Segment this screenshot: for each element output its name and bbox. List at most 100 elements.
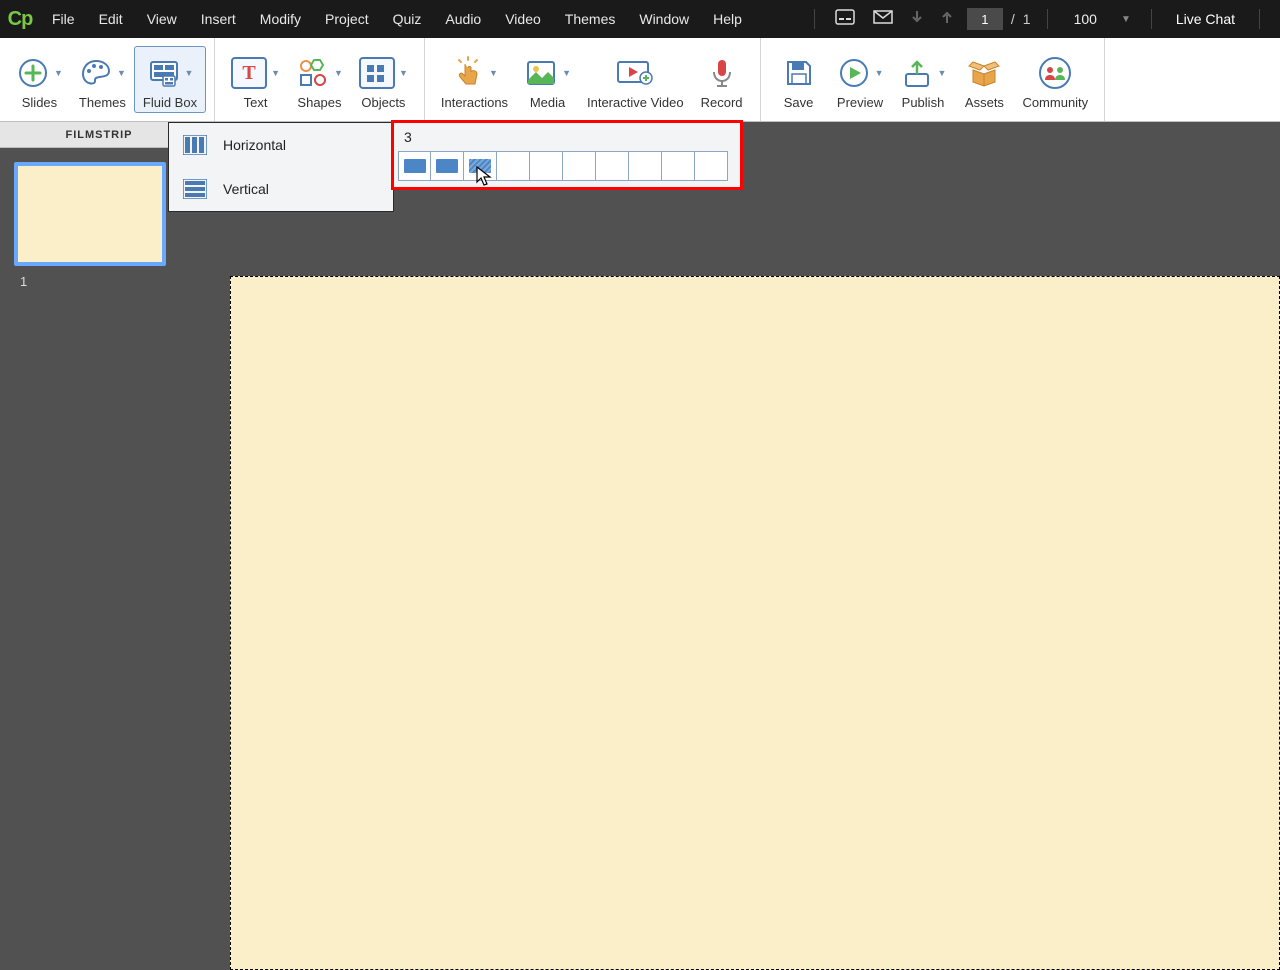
slide-canvas[interactable] xyxy=(230,276,1280,970)
vertical-label: Vertical xyxy=(223,181,269,197)
text-button[interactable]: T ▼ Text xyxy=(223,47,288,112)
menu-insert[interactable]: Insert xyxy=(189,0,248,38)
chevron-down-icon: ▼ xyxy=(271,68,280,78)
shapes-label: Shapes xyxy=(297,95,341,110)
menu-help[interactable]: Help xyxy=(701,0,754,38)
menu-quiz[interactable]: Quiz xyxy=(381,0,434,38)
record-button[interactable]: Record xyxy=(692,47,752,112)
fluid-box-button[interactable]: ▼ Fluid Box xyxy=(134,46,206,113)
preview-label: Preview xyxy=(837,95,883,110)
menu-video[interactable]: Video xyxy=(493,0,553,38)
slide-total: 1 xyxy=(1023,11,1031,27)
themes-label: Themes xyxy=(79,95,126,110)
media-button[interactable]: ▼ Media xyxy=(516,47,579,112)
horizontal-label: Horizontal xyxy=(223,137,286,153)
assets-button[interactable]: Assets xyxy=(954,47,1014,112)
hand-tap-icon xyxy=(451,56,485,90)
vertical-layout-icon xyxy=(183,179,207,199)
menu-project[interactable]: Project xyxy=(313,0,381,38)
ivideo-label: Interactive Video xyxy=(587,95,684,110)
divider xyxy=(1151,9,1152,29)
column-cell-5[interactable] xyxy=(530,151,563,181)
community-button[interactable]: Community xyxy=(1014,47,1096,112)
column-cell-9[interactable] xyxy=(662,151,695,181)
divider xyxy=(1047,9,1048,29)
chevron-down-icon: ▼ xyxy=(875,68,884,78)
column-cell-10[interactable] xyxy=(695,151,728,181)
arrow-down-icon[interactable] xyxy=(907,9,927,30)
palette-icon xyxy=(79,56,113,90)
divider xyxy=(814,9,815,29)
fluid-box-icon xyxy=(147,56,181,90)
column-cell-8[interactable] xyxy=(629,151,662,181)
subtitles-icon[interactable] xyxy=(831,9,859,30)
slides-button[interactable]: ▼ Slides xyxy=(8,47,71,112)
media-label: Media xyxy=(530,95,565,110)
column-cell-6[interactable] xyxy=(563,151,596,181)
fluid-horizontal-option[interactable]: Horizontal xyxy=(169,123,393,167)
app-logo: Cp xyxy=(0,8,40,31)
menu-file[interactable]: File xyxy=(40,0,87,38)
publish-label: Publish xyxy=(902,95,945,110)
canvas-area xyxy=(198,148,1280,970)
shapes-icon xyxy=(296,56,330,90)
menu-audio[interactable]: Audio xyxy=(433,0,493,38)
assets-label: Assets xyxy=(965,95,1004,110)
text-icon: T xyxy=(231,57,267,89)
chevron-down-icon: ▼ xyxy=(489,68,498,78)
column-cells-row xyxy=(398,151,736,181)
people-icon xyxy=(1038,56,1072,90)
menu-view[interactable]: View xyxy=(135,0,189,38)
column-count-picker: 3 xyxy=(393,122,741,188)
column-cell-2[interactable] xyxy=(431,151,464,181)
menu-themes[interactable]: Themes xyxy=(553,0,628,38)
slide-current-input[interactable] xyxy=(967,8,1003,30)
tool-group-4: Save ▼ Preview ▼ Publish Assets xyxy=(761,38,1106,121)
column-cell-4[interactable] xyxy=(497,151,530,181)
slide-sep: / xyxy=(1011,11,1015,27)
interactions-label: Interactions xyxy=(441,95,508,110)
save-icon xyxy=(782,56,816,90)
tool-group-3: ▼ Interactions ▼ Media Interactive Video… xyxy=(425,38,761,121)
slide-thumbnail-1[interactable] xyxy=(14,162,166,266)
preview-button[interactable]: ▼ Preview xyxy=(829,47,892,112)
objects-button[interactable]: ▼ Objects xyxy=(351,47,416,112)
interactive-video-button[interactable]: Interactive Video xyxy=(579,47,692,112)
column-cell-1[interactable] xyxy=(398,151,431,181)
slide-counter: / 1 xyxy=(967,8,1031,30)
menu-edit[interactable]: Edit xyxy=(87,0,135,38)
chevron-down-icon: ▼ xyxy=(54,68,63,78)
column-cell-7[interactable] xyxy=(596,151,629,181)
save-button[interactable]: Save xyxy=(769,47,829,112)
microphone-icon xyxy=(705,56,739,90)
column-count-value: 3 xyxy=(394,123,740,151)
upload-icon xyxy=(900,56,934,90)
text-label: Text xyxy=(244,95,268,110)
menu-window[interactable]: Window xyxy=(627,0,701,38)
zoom-value: 100 xyxy=(1064,11,1107,27)
menu-modify[interactable]: Modify xyxy=(248,0,313,38)
filmstrip-sidebar: FILMSTRIP 1 xyxy=(0,122,198,970)
interactions-button[interactable]: ▼ Interactions xyxy=(433,47,516,112)
zoom-dropdown-caret[interactable]: ▼ xyxy=(1117,14,1135,25)
tool-group-2: T ▼ Text ▼ Shapes ▼ Objects xyxy=(215,38,425,121)
chevron-down-icon: ▼ xyxy=(399,68,408,78)
live-chat-button[interactable]: Live Chat xyxy=(1168,11,1243,27)
fluid-box-label: Fluid Box xyxy=(143,95,197,110)
themes-button[interactable]: ▼ Themes xyxy=(71,47,134,112)
arrow-up-icon[interactable] xyxy=(937,9,957,30)
save-label: Save xyxy=(784,95,814,110)
interactive-video-icon xyxy=(615,56,655,90)
chevron-down-icon: ▼ xyxy=(117,68,126,78)
fluid-box-dropdown: Horizontal Vertical xyxy=(168,122,394,212)
menu-right-cluster: / 1 100 ▼ Live Chat xyxy=(808,8,1280,30)
fluid-vertical-option[interactable]: Vertical xyxy=(169,167,393,211)
publish-button[interactable]: ▼ Publish xyxy=(892,47,955,112)
column-cell-3[interactable] xyxy=(464,151,497,181)
toolbar: ▼ Slides ▼ Themes ▼ Fluid Box T ▼ Text xyxy=(0,38,1280,122)
mail-icon[interactable] xyxy=(869,10,897,29)
shapes-button[interactable]: ▼ Shapes xyxy=(288,47,351,112)
chevron-down-icon: ▼ xyxy=(334,68,343,78)
thumbnail-number: 1 xyxy=(0,270,198,293)
chevron-down-icon: ▼ xyxy=(185,68,194,78)
